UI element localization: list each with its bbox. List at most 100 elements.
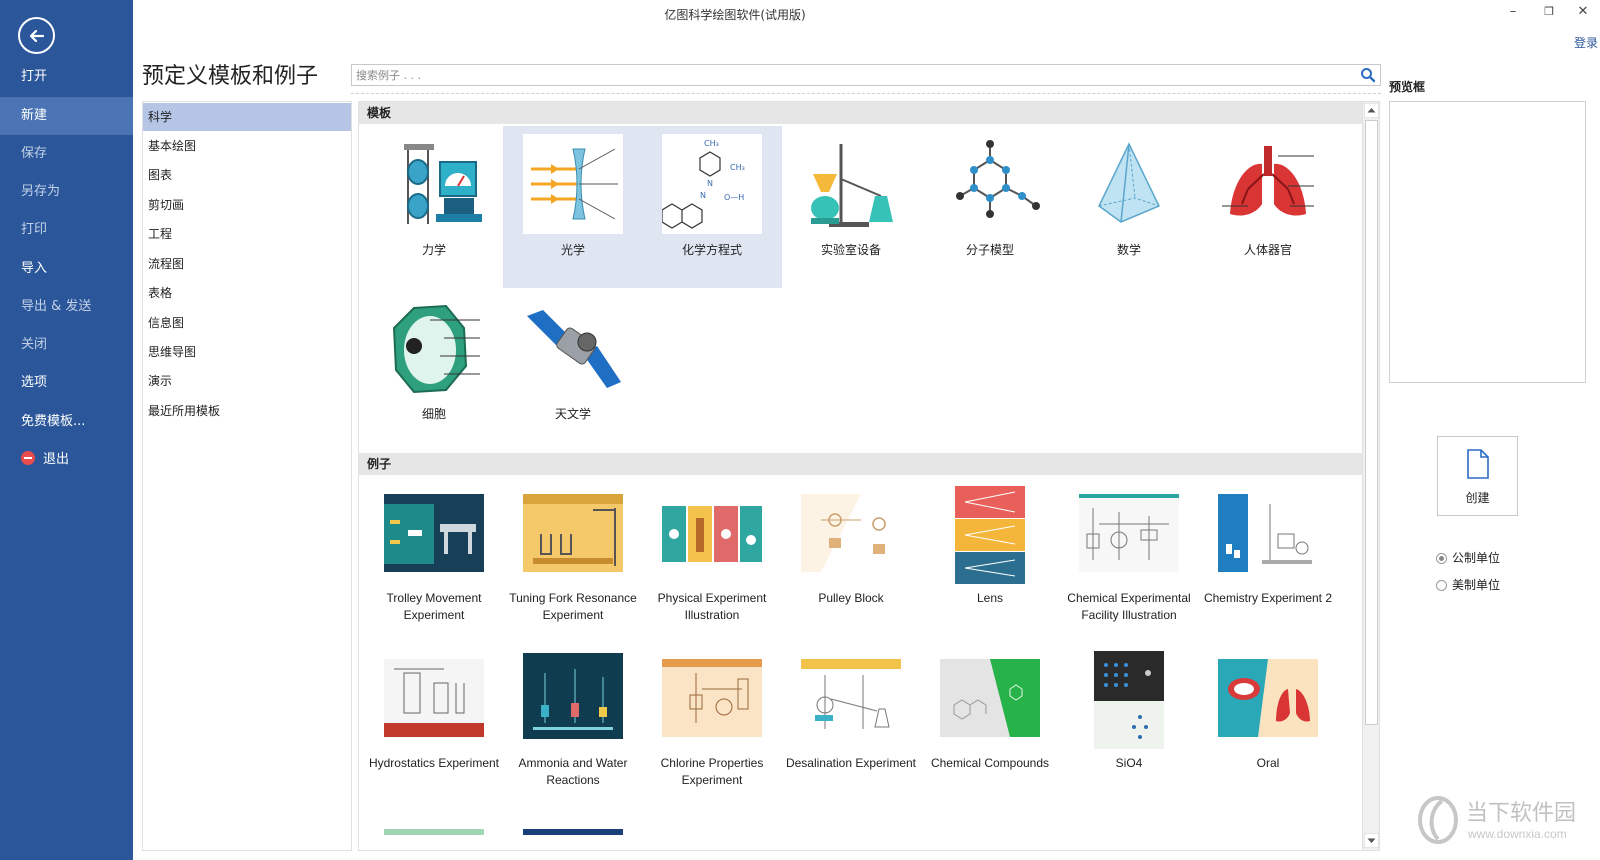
templates-header: 模板 <box>359 102 1362 124</box>
satellite-icon <box>527 310 621 388</box>
nav-save[interactable]: 保存 <box>0 135 133 173</box>
category-engineering[interactable]: 工程 <box>143 220 351 248</box>
example-tile-chemical-facility[interactable]: Chemical Experimental Facility Illustrat… <box>1059 482 1199 642</box>
example-tile-ammonia-water[interactable]: Ammonia and Water Reactions <box>503 647 643 807</box>
example-tile-oral[interactable]: Oral <box>1198 647 1338 807</box>
preview-box <box>1389 101 1586 383</box>
backstage-nav: 打开 新建 保存 另存为 打印 导入 导出 & 发送 关闭 选项 免费模板...… <box>0 0 133 860</box>
example-tile-hydrostatics[interactable]: Hydrostatics Experiment <box>364 647 504 807</box>
example-label: Desalination Experiment <box>785 756 917 770</box>
example-label: Lens <box>976 591 1004 605</box>
unit-label: 美制单位 <box>1452 578 1501 592</box>
scroll-down-arrow-icon[interactable] <box>1364 833 1379 848</box>
example-thumbnail <box>384 659 484 737</box>
example-thumbnail <box>1094 651 1164 749</box>
example-tile-desalination[interactable]: Desalination Experiment <box>781 647 921 807</box>
nav-export-send[interactable]: 导出 & 发送 <box>0 288 133 326</box>
chemical-equation-icon: CH₃ CH₃ N N O—H <box>662 134 762 234</box>
nav-open[interactable]: 打开 <box>0 58 133 96</box>
example-tile-lens[interactable]: Lens <box>920 482 1060 642</box>
example-thumbnail <box>940 659 1040 737</box>
math-pyramid-icon <box>1098 142 1161 223</box>
example-tile-chlorine[interactable]: Chlorine Properties Experiment <box>642 647 782 807</box>
example-tile-tuning-fork[interactable]: Tuning Fork Resonance Experiment <box>503 482 643 642</box>
unit-option-us[interactable]: 美制单位 <box>1436 576 1500 593</box>
example-tile-sio4[interactable]: SiO4 <box>1059 647 1199 807</box>
unit-option-metric[interactable]: 公制单位 <box>1436 549 1500 566</box>
restore-button[interactable]: ❐ <box>1536 2 1562 22</box>
example-label: Chemical Experimental Facility Illustrat… <box>1067 591 1191 622</box>
minimize-button[interactable]: – <box>1500 2 1526 22</box>
examples-header: 例子 <box>359 453 1362 475</box>
watermark: 当下软件园 www.downxia.com <box>1416 793 1586 849</box>
nav-exit-label: 退出 <box>43 452 70 467</box>
template-tile-chemical-equation[interactable]: CH₃ CH₃ N N O—H 化学方程式 <box>642 126 782 288</box>
category-presentation[interactable]: 演示 <box>143 367 351 395</box>
create-label: 创建 <box>1465 491 1490 505</box>
login-link[interactable]: 登录 <box>1574 34 1598 51</box>
create-button[interactable]: 创建 <box>1437 436 1518 516</box>
example-thumbnail <box>1218 659 1318 737</box>
example-thumbnail <box>523 494 623 572</box>
radio-unchecked-icon[interactable] <box>1436 580 1447 591</box>
search-input[interactable] <box>356 67 1346 83</box>
watermark-brand: 当下软件园 <box>1466 801 1577 826</box>
nav-import[interactable]: 导入 <box>0 250 133 288</box>
nav-options[interactable]: 选项 <box>0 364 133 402</box>
nav-print[interactable]: 打印 <box>0 211 133 249</box>
example-thumbnail <box>801 659 901 737</box>
template-label: 分子模型 <box>965 243 1014 257</box>
example-thumbnail <box>662 659 762 737</box>
template-tile-mechanics[interactable]: 力学 <box>364 126 504 288</box>
example-thumbnail <box>1079 494 1179 572</box>
back-button[interactable] <box>18 17 55 54</box>
mechanics-icon <box>404 144 482 224</box>
example-label: Chemistry Experiment 2 <box>1203 591 1333 605</box>
category-basic-drawing[interactable]: 基本绘图 <box>143 132 351 160</box>
template-tile-cell[interactable]: 细胞 <box>364 290 504 452</box>
close-button[interactable]: ✕ <box>1570 2 1596 22</box>
category-science[interactable]: 科学 <box>143 103 351 131</box>
example-label: Trolley Movement Experiment <box>386 591 482 622</box>
example-thumbnail <box>662 494 762 572</box>
example-tile-physical-experiment[interactable]: Physical Experiment Illustration <box>642 482 782 642</box>
category-clipart[interactable]: 剪切画 <box>143 191 351 219</box>
lungs-icon <box>1222 146 1314 216</box>
cell-icon <box>392 304 480 394</box>
category-flowchart[interactable]: 流程图 <box>143 250 351 278</box>
example-thumbnail <box>1218 494 1318 572</box>
category-charts[interactable]: 图表 <box>143 161 351 189</box>
nav-new[interactable]: 新建 <box>0 97 133 135</box>
category-mind-map[interactable]: 思维导图 <box>143 338 351 366</box>
vertical-scrollbar[interactable] <box>1362 102 1379 850</box>
nav-free-templates[interactable]: 免费模板... <box>0 403 133 441</box>
example-tile-pulley-block[interactable]: Pulley Block <box>781 482 921 642</box>
example-thumbnail <box>955 486 1025 584</box>
template-label: 细胞 <box>421 407 446 421</box>
example-tile-trolley[interactable]: Trolley Movement Experiment <box>364 482 504 642</box>
category-tables[interactable]: 表格 <box>143 279 351 307</box>
scroll-up-arrow-icon[interactable] <box>1364 103 1379 118</box>
template-tile-astronomy[interactable]: 天文学 <box>503 290 643 452</box>
template-label: 人体器官 <box>1243 243 1292 257</box>
nav-close[interactable]: 关闭 <box>0 326 133 364</box>
window-title: 亿图科学绘图软件(试用版) <box>664 8 806 22</box>
scroll-thumb[interactable] <box>1365 120 1378 725</box>
template-tile-molecule-model[interactable]: 分子模型 <box>920 126 1060 288</box>
search-icon[interactable] <box>1360 67 1376 83</box>
category-recent-templates[interactable]: 最近所用模板 <box>143 397 351 425</box>
divider <box>351 93 1381 94</box>
category-infographic[interactable]: 信息图 <box>143 309 351 337</box>
template-tile-optics[interactable]: 光学 <box>503 126 643 288</box>
template-tile-math[interactable]: 数学 <box>1059 126 1199 288</box>
watermark-url: www.downxia.com <box>1468 827 1567 841</box>
example-tile-chemistry-experiment-2[interactable]: Chemistry Experiment 2 <box>1198 482 1338 642</box>
radio-checked-icon[interactable] <box>1436 553 1447 564</box>
template-tile-lab-equipment[interactable]: 实验室设备 <box>781 126 921 288</box>
template-tile-human-organs[interactable]: 人体器官 <box>1198 126 1338 288</box>
nav-exit[interactable]: 退出 <box>0 441 133 479</box>
example-tile-chemical-compounds[interactable]: Chemical Compounds <box>920 647 1060 807</box>
example-label: Chemical Compounds <box>930 756 1050 770</box>
app-window: 打开 新建 保存 另存为 打印 导入 导出 & 发送 关闭 选项 免费模板...… <box>0 0 1600 860</box>
nav-save-as[interactable]: 另存为 <box>0 173 133 211</box>
